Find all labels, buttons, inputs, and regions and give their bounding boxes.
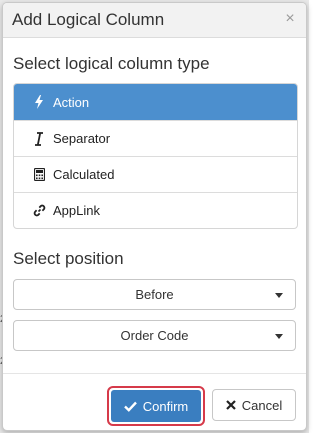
confirm-highlight-outline: Confirm: [107, 386, 205, 426]
add-logical-column-dialog: Add Logical Column × Select logical colu…: [2, 2, 307, 431]
cancel-button[interactable]: Cancel: [212, 389, 296, 421]
type-option-label: Calculated: [53, 167, 115, 182]
dialog-header: Add Logical Column ×: [3, 3, 306, 38]
type-option-label: Action: [53, 94, 90, 110]
type-option-calculated[interactable]: Calculated: [14, 156, 297, 192]
column-select-value: Order Code: [120, 328, 189, 343]
bolt-icon: [32, 95, 46, 109]
caret-down-icon: [275, 334, 283, 339]
type-option-applink[interactable]: AppLink: [14, 192, 297, 228]
calculator-icon: [32, 168, 46, 182]
column-type-list: Action Separator Calculated AppLink: [13, 83, 298, 229]
type-option-action[interactable]: Action: [14, 84, 297, 120]
close-x-icon: [225, 400, 236, 410]
placement-select[interactable]: Before: [13, 279, 296, 310]
type-option-label: AppLink: [53, 203, 100, 218]
confirm-label: Confirm: [142, 398, 189, 414]
placement-select-value: Before: [135, 287, 174, 302]
cancel-label: Cancel: [241, 397, 283, 413]
column-select[interactable]: Order Code: [13, 320, 296, 351]
caret-down-icon: [275, 293, 283, 298]
dialog-title: Add Logical Column: [12, 10, 165, 29]
position-section-title: Select position: [13, 249, 124, 268]
close-button[interactable]: ×: [282, 10, 298, 28]
type-option-separator[interactable]: Separator: [14, 120, 297, 156]
type-option-label: Separator: [53, 131, 111, 146]
type-section-title: Select logical column type: [13, 54, 210, 73]
italic-i-icon: [32, 131, 46, 146]
confirm-button[interactable]: Confirm: [111, 390, 201, 422]
footer-divider: [3, 373, 306, 374]
check-icon: [123, 401, 137, 412]
link-icon: [32, 204, 46, 218]
